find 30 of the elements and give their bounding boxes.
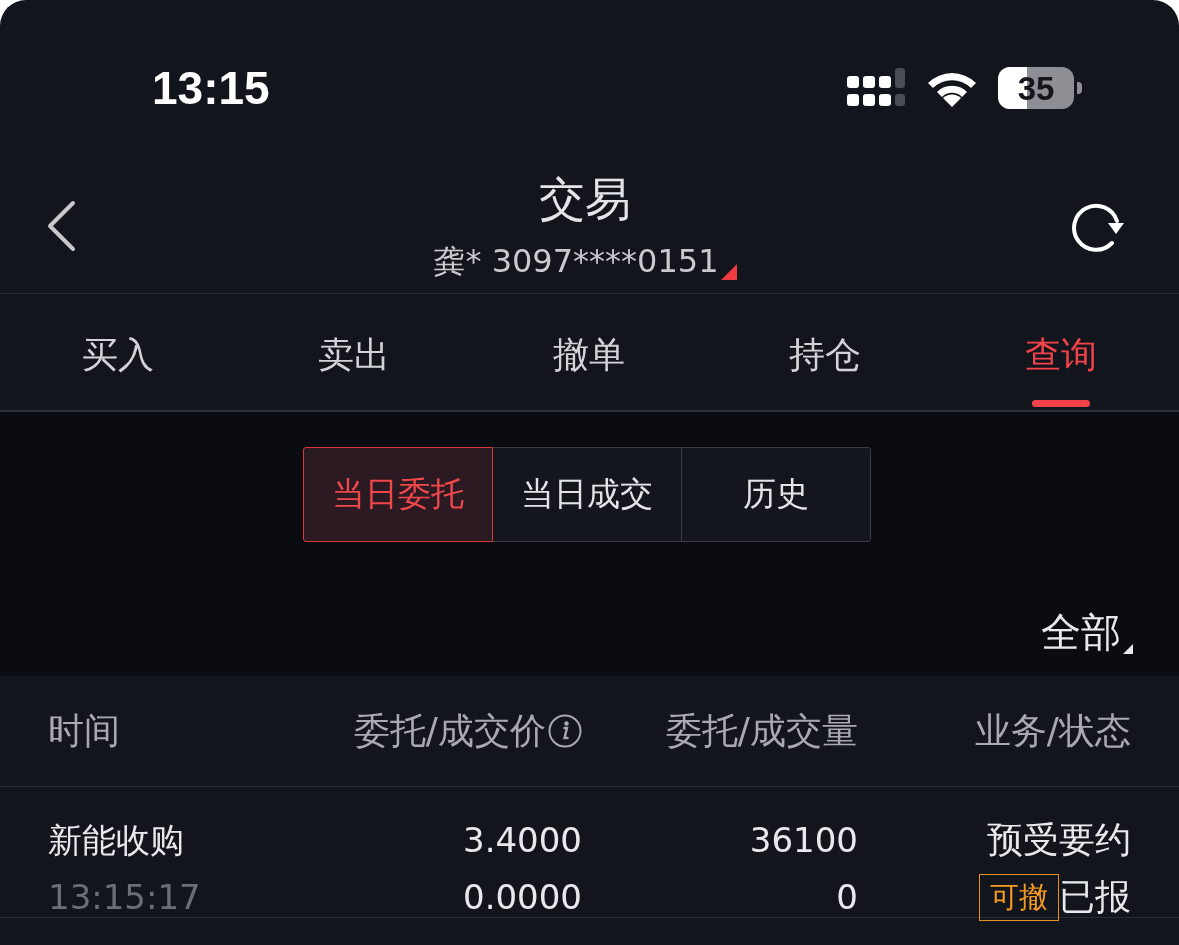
nav-tab[interactable]: 持仓 bbox=[707, 294, 944, 410]
cellular-signal-icon bbox=[847, 68, 906, 108]
nav-tab[interactable]: 撤单 bbox=[471, 294, 708, 410]
page-title: 交易 bbox=[539, 171, 631, 228]
segment-tab[interactable]: 历史 bbox=[681, 447, 871, 542]
order-price: 3.4000 bbox=[463, 819, 582, 862]
column-header: 委托/成交量 bbox=[665, 709, 858, 753]
status-time: 13:15 bbox=[152, 65, 270, 111]
filled-price: 0.0000 bbox=[463, 876, 582, 919]
filled-quantity: 0 bbox=[836, 876, 858, 919]
segment-tab[interactable]: 当日成交 bbox=[492, 447, 682, 542]
nav-tab[interactable]: 查询 bbox=[943, 294, 1179, 410]
nav-tab[interactable]: 卖出 bbox=[235, 294, 472, 410]
filter-dropdown[interactable]: 全部 bbox=[1041, 606, 1133, 658]
segment-tab[interactable]: 当日委托 bbox=[303, 447, 493, 542]
column-header: 委托/成交价 bbox=[353, 709, 546, 753]
info-icon[interactable] bbox=[548, 714, 582, 748]
cancel-tag[interactable]: 可撤 bbox=[979, 873, 1059, 921]
dropdown-triangle-icon bbox=[1123, 644, 1133, 654]
business-type: 预受要约 bbox=[987, 818, 1131, 862]
nav-tab[interactable]: 买入 bbox=[0, 294, 236, 410]
order-time: 13:15:17 bbox=[48, 876, 201, 919]
column-header: 业务/状态 bbox=[974, 709, 1131, 753]
back-icon[interactable] bbox=[45, 200, 77, 252]
order-status: 已报 bbox=[1059, 875, 1131, 919]
dropdown-triangle-icon[interactable] bbox=[720, 264, 737, 280]
security-name: 新能收购 bbox=[48, 819, 184, 862]
column-header: 时间 bbox=[48, 709, 120, 753]
account-number[interactable]: 龚* 3097****0151 bbox=[433, 240, 719, 282]
order-quantity: 36100 bbox=[749, 819, 858, 862]
